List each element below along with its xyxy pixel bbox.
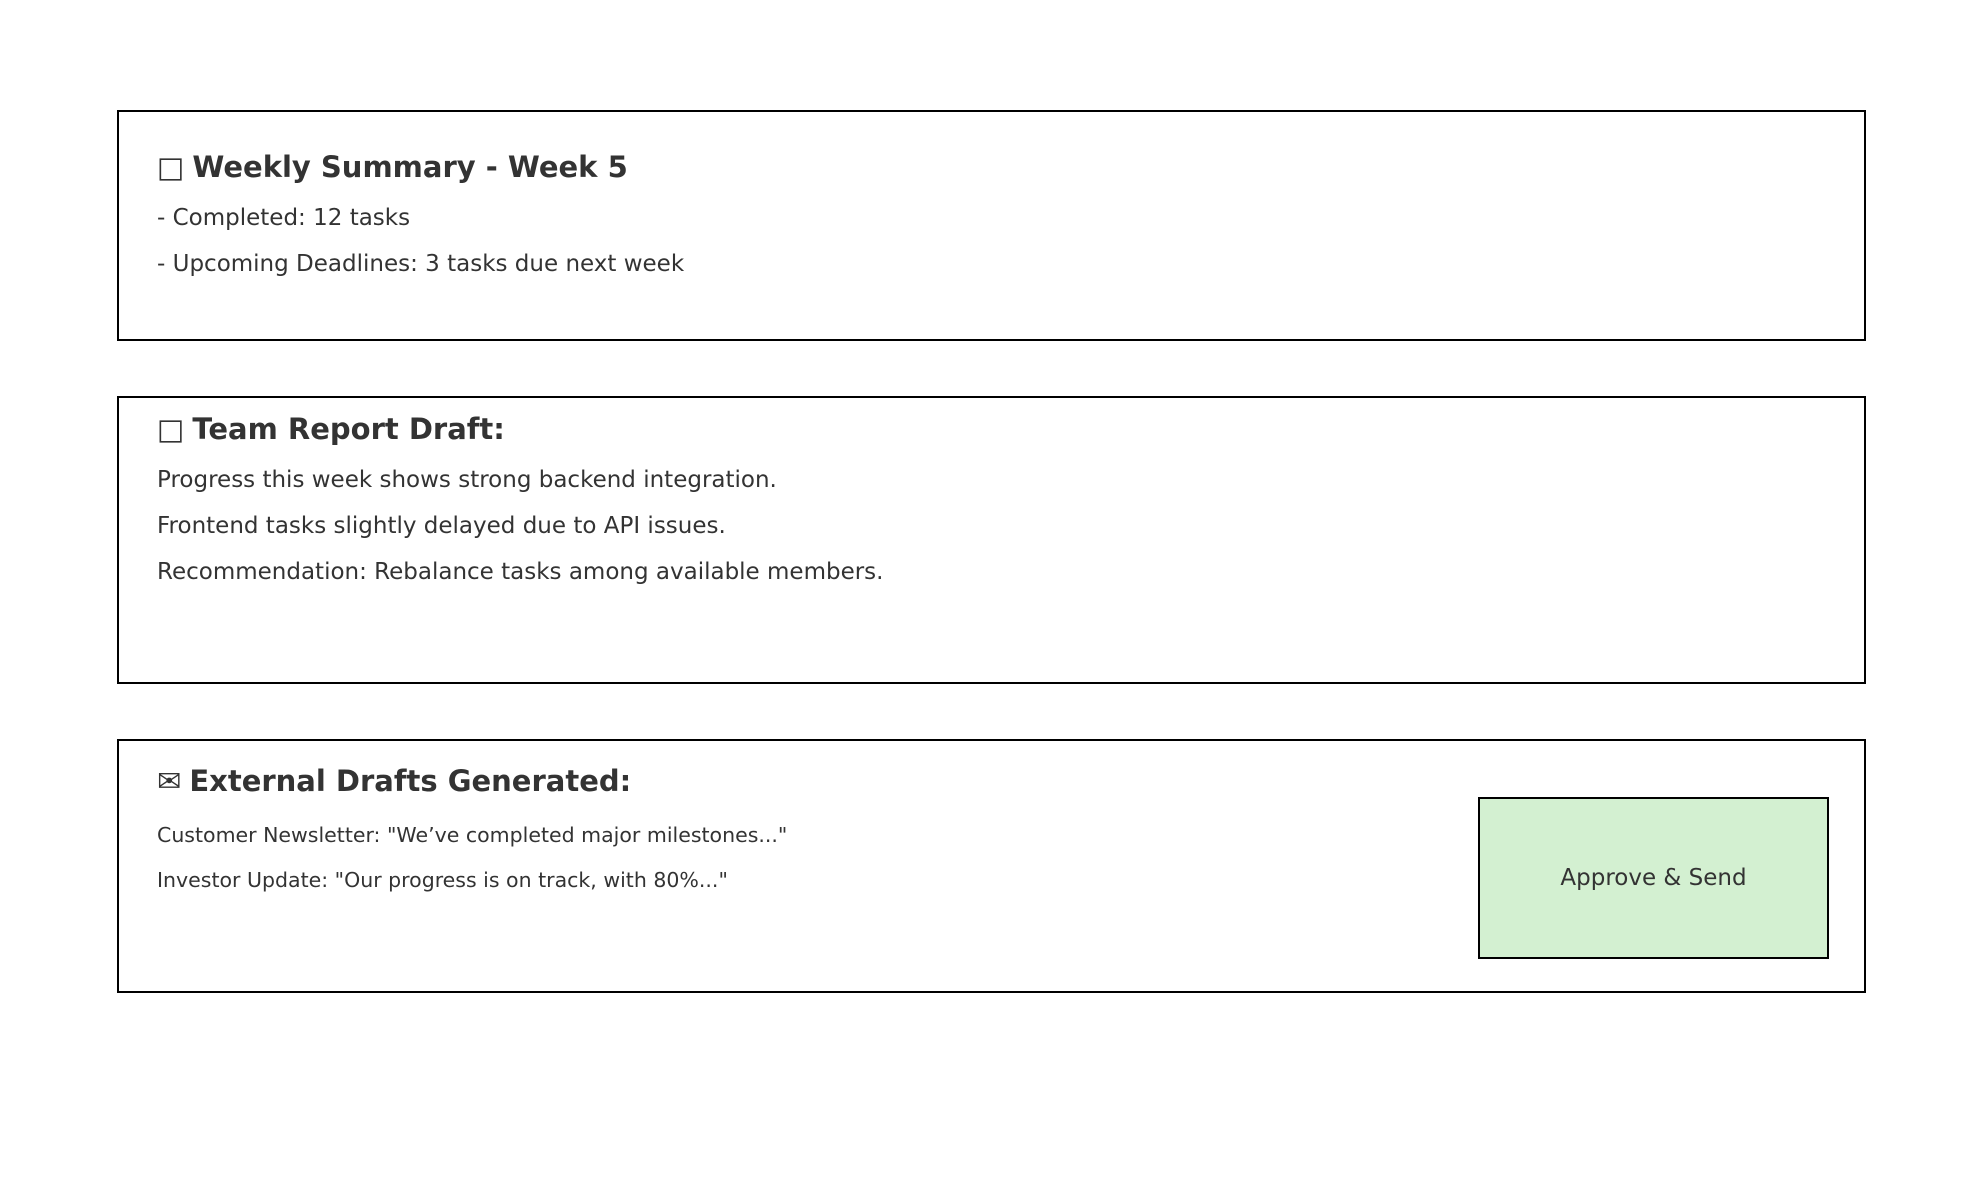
- external-drafts-title: ✉ External Drafts Generated:: [157, 764, 631, 798]
- customer-newsletter-draft: Customer Newsletter: "We’ve completed ma…: [157, 823, 788, 847]
- memo-icon: □: [157, 412, 185, 446]
- investor-update-draft: Investor Update: "Our progress is on tra…: [157, 868, 728, 892]
- upcoming-deadlines-line: - Upcoming Deadlines: 3 tasks due next w…: [157, 251, 685, 277]
- report-line-progress: Progress this week shows strong backend …: [157, 467, 777, 493]
- weekly-summary-title-text: Weekly Summary - Week 5: [192, 150, 628, 184]
- completed-tasks-line: - Completed: 12 tasks: [157, 205, 411, 231]
- team-report-title: □ Team Report Draft:: [157, 412, 505, 446]
- team-report-title-text: Team Report Draft:: [192, 412, 505, 446]
- weekly-summary-title: □ Weekly Summary - Week 5: [157, 150, 628, 184]
- team-report-card: □ Team Report Draft: Progress this week s…: [117, 396, 1866, 684]
- approve-send-button[interactable]: Approve & Send: [1478, 797, 1829, 959]
- report-line-frontend: Frontend tasks slightly delayed due to A…: [157, 513, 726, 539]
- external-drafts-title-text: External Drafts Generated:: [189, 764, 632, 798]
- envelope-icon: ✉: [157, 764, 182, 798]
- calendar-icon: □: [157, 150, 185, 184]
- external-drafts-card: ✉ External Drafts Generated: Customer New…: [117, 739, 1866, 993]
- weekly-summary-card: □ Weekly Summary - Week 5 - Completed: 12…: [117, 110, 1866, 341]
- report-line-recommendation: Recommendation: Rebalance tasks among av…: [157, 559, 884, 585]
